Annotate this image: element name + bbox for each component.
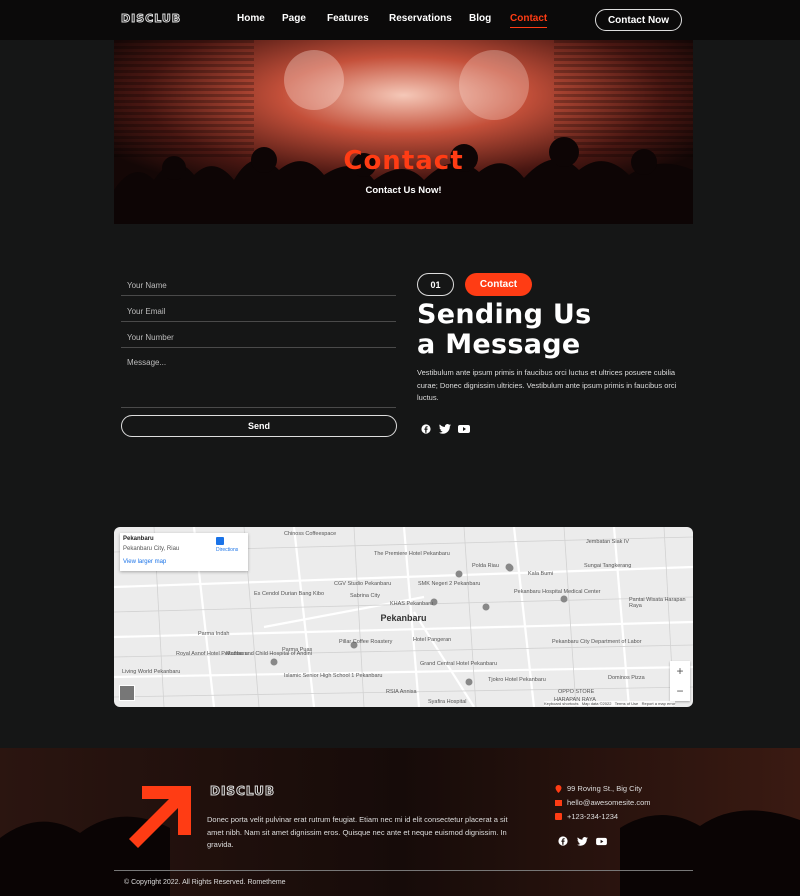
hero-subtitle: Contact Us Now! [365,185,442,196]
youtube-icon[interactable] [458,424,470,434]
terms-link[interactable]: Terms of Use [615,701,639,706]
map-label: Tjokro Hotel Pekanbaru [488,677,546,683]
zoom-out-button[interactable]: − [670,681,690,701]
site-logo[interactable]: DISCLUB [120,12,181,26]
number-field[interactable]: Your Number [121,330,396,348]
footer-address: 99 Roving St., Big City [567,784,643,793]
keyboard-shortcuts-link[interactable]: Keyboard shortcuts [544,701,578,706]
nav-page[interactable]: Page [282,13,306,24]
nav-contact[interactable]: Contact [510,13,548,28]
map-label: Polda Riau [472,563,499,569]
nav-home[interactable]: Home [237,13,265,24]
number-placeholder: Your Number [127,333,174,342]
footer-twitter-icon[interactable] [577,837,588,846]
footer-phone[interactable]: +123-234-1234 [567,812,618,821]
map-label: KHAS Pekanbaru [390,601,434,607]
map-label: Kala Bumi [528,571,554,577]
footer-facebook-icon[interactable] [558,836,568,846]
message-placeholder: Message... [127,358,167,367]
map-label: Dominos Pizza [608,675,645,681]
phone-icon [555,813,562,820]
twitter-icon[interactable] [439,424,451,434]
footer-description: Donec porta velit pulvinar erat rutrum f… [207,815,508,850]
section-heading: Sending Us a Message [417,300,687,360]
heading-line-2: a Message [417,329,581,360]
map-label: Syafira Hospital [428,699,467,705]
map-label: The Premiere Hotel Pekanbaru [374,551,450,557]
map-label: Sungai Tangkerang [584,563,632,569]
hero-banner: Contact Contact Us Now! [114,40,693,224]
map-label: SMK Negeri 2 Pekanbaru [418,581,481,587]
email-placeholder: Your Email [127,307,166,316]
map-label: Chinoss Coffeespace [284,531,337,537]
section-number-badge: 01 [417,273,454,296]
map-layers-thumbnail[interactable] [119,685,135,701]
map-label: Es Cendol Durian Bang Kibo [254,591,325,597]
top-nav: DISCLUB Home Page Features Reservations … [0,0,800,40]
copyright-text: © Copyright 2022. All Rights Reserved. R… [124,879,286,886]
map-label: OPPO STORE [558,689,595,695]
arrow-icon [129,786,191,848]
footer-email[interactable]: hello@awesomesite.com [567,798,650,807]
footer-divider [114,870,693,871]
map-center-label: Pekanbaru [380,613,427,623]
contact-now-button[interactable]: Contact Now [595,9,682,31]
nav-blog[interactable]: Blog [469,13,491,24]
section-paragraph: Vestibulum ante ipsum primis in faucibus… [417,368,677,402]
email-icon [555,800,562,806]
map-label: Hotel Pangeran [413,637,452,643]
footer-logo[interactable]: DISCLUB [210,784,275,799]
map-attribution: Keyboard shortcuts Map data ©2022 Terms … [544,701,676,706]
location-icon [555,785,562,793]
map-label: Pekanbaru Hospital Medical Center [514,589,601,595]
message-field[interactable]: Message... [121,355,396,408]
footer-youtube-icon[interactable] [596,837,607,846]
email-field[interactable]: Your Email [121,304,396,322]
zoom-in-button[interactable]: + [670,661,690,681]
map-label: Sabrina City [350,593,380,599]
site-footer: DISCLUB Donec porta velit pulvinar erat … [0,748,800,896]
map-label: Grand Central Hotel Pekanbaru [420,661,498,667]
name-field[interactable]: Your Name [121,278,396,296]
concert-crowd-image [114,40,693,224]
map-label: Pillar Coffee Roastery [339,639,393,645]
map-label: Islamic Senior High School 1 Pekanbaru [284,673,383,679]
nav-reservations[interactable]: Reservations [389,13,452,24]
hero-title: Contact [343,146,464,176]
heading-line-1: Sending Us [417,299,592,330]
map-label: Pantai Wisata Harapan Raya [629,597,686,609]
map-label: Parma Indah [198,631,230,637]
zoom-controls: + − [670,661,690,701]
name-placeholder: Your Name [127,281,167,290]
map-label: Pekanbaru City Department of Labor [552,639,642,645]
map-label: Jembatan Siak IV [586,539,630,545]
report-error-link[interactable]: Report a map error [642,701,676,706]
facebook-icon[interactable] [420,424,432,434]
map-label: RSIA Annisa [386,689,417,695]
section-tag-badge: Contact [465,273,532,296]
map-label: Living World Pekanbaru [122,669,181,675]
nav-features[interactable]: Features [327,13,369,24]
send-button[interactable]: Send [121,415,397,437]
map-data-text: Map data ©2022 [581,701,612,706]
map-label: Parma Puas [282,647,313,653]
location-map[interactable]: Pekanbaru Pekanbaru City, Riau View larg… [114,527,693,707]
map-label: CGV Studio Pekanbaru [334,581,392,587]
